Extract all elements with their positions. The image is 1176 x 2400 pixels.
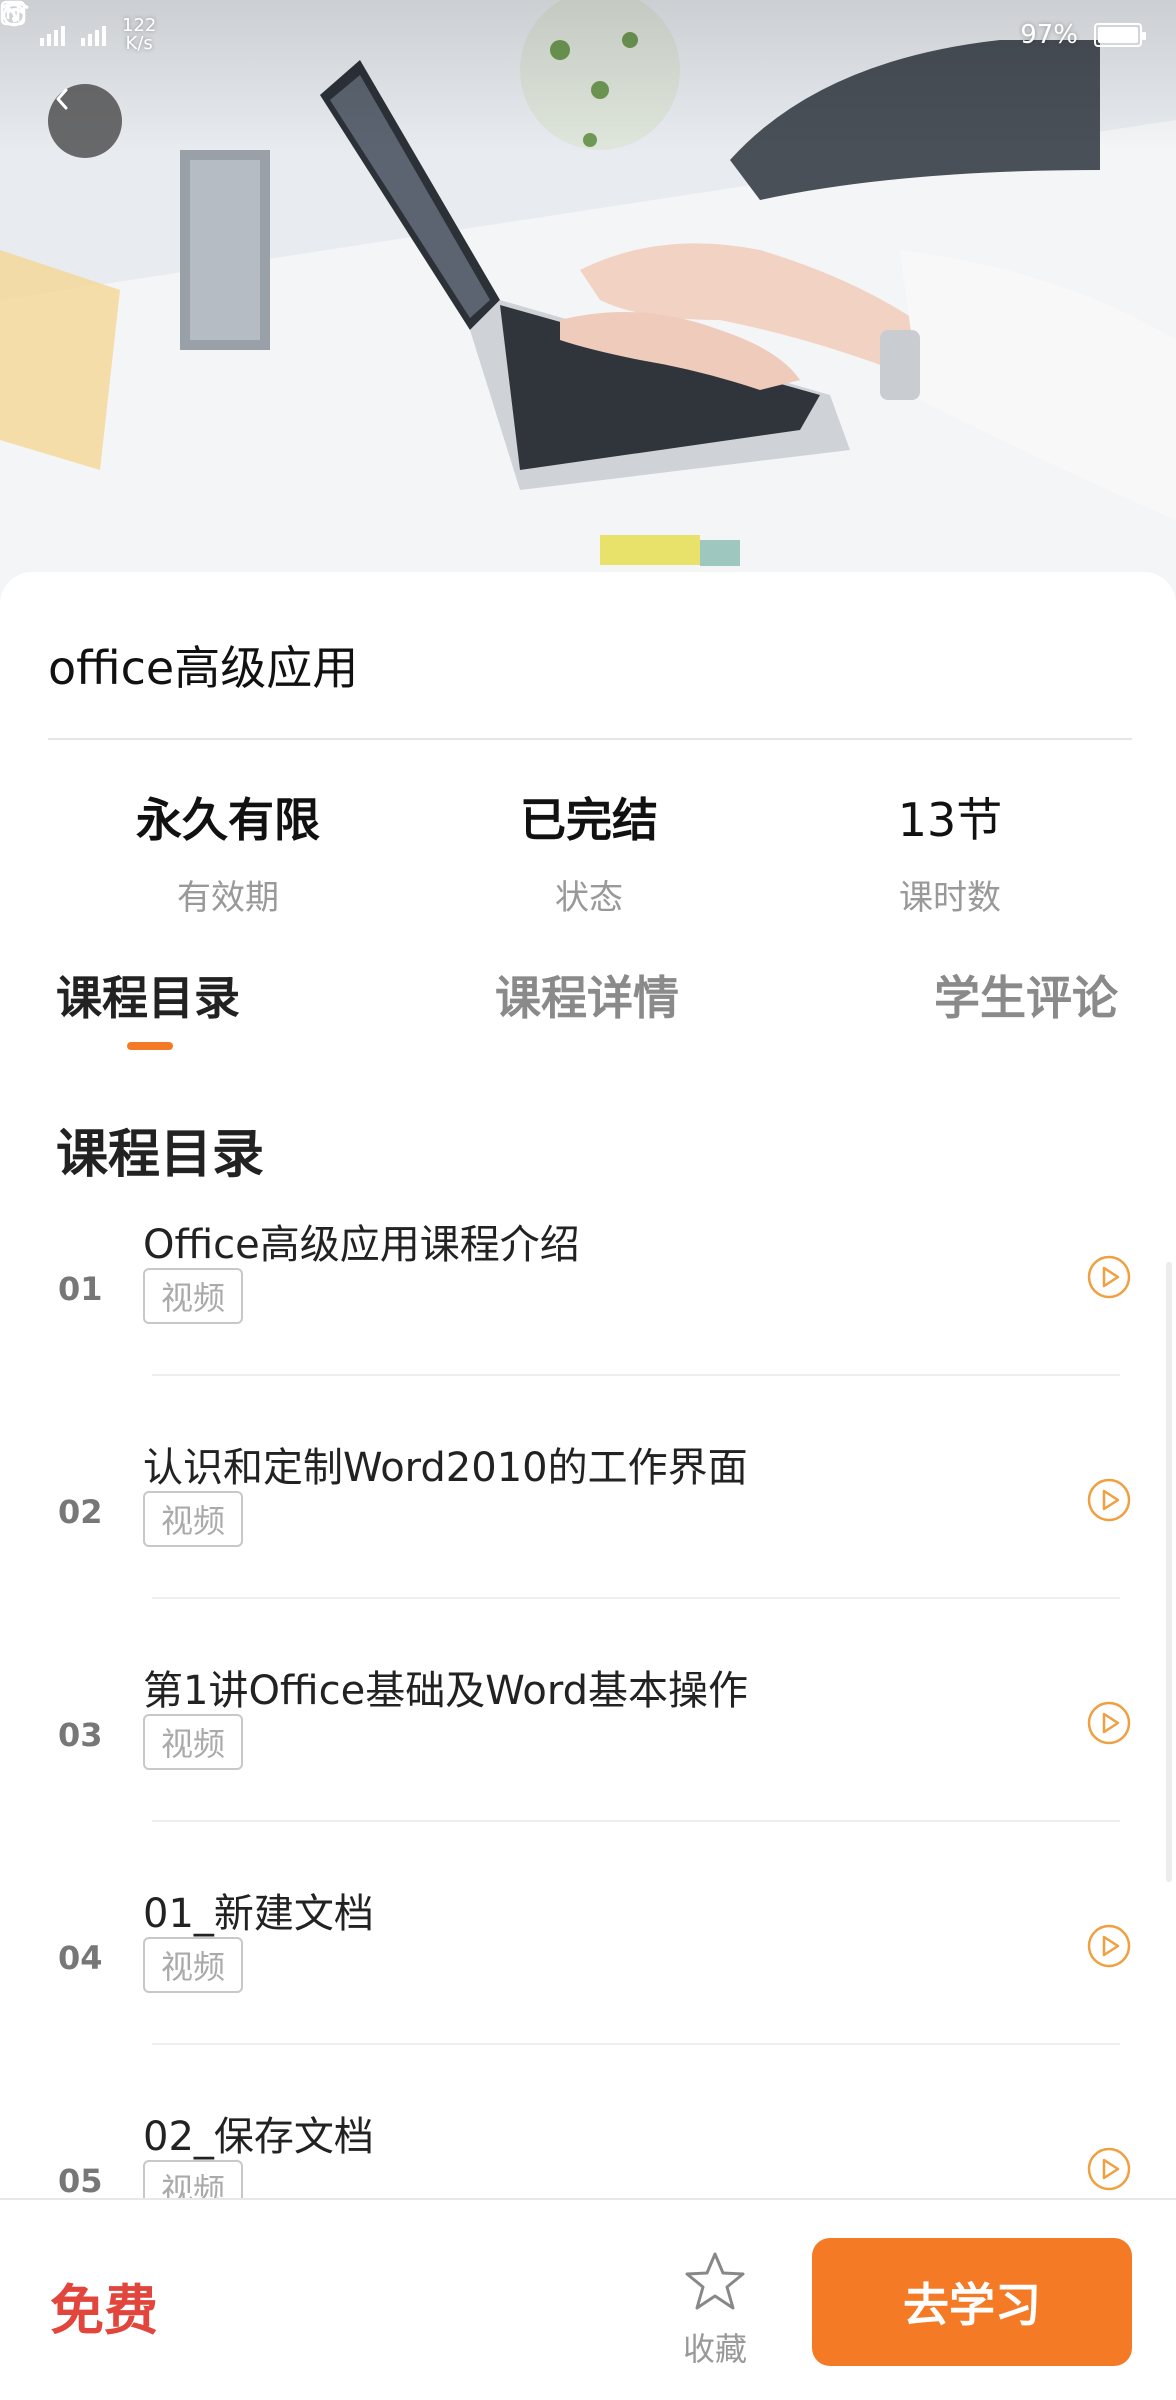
stat-lessons-label: 课时数 [899,878,1001,918]
network-speed: 122 K/s [122,17,156,53]
network-speed-unit: K/s [125,33,153,54]
lesson-list: 01 Office高级应用课程介绍 视频 02 认识和定制Word2010的工作… [0,1212,1176,2327]
battery-percent: 97% [1020,20,1078,50]
tab-bar: 课程目录 课程详情 学生评论 [0,962,1176,1072]
lesson-title: 第1讲Office基础及Word基本操作 [143,1668,749,1714]
course-detail-page: 122 K/s 97% office高级应用 永久有限 有效期 已完结 状态 1… [0,0,1176,2400]
play-circle-icon[interactable] [1086,1923,1132,1969]
favorite-button[interactable]: 收藏 [672,2248,758,2370]
stat-lessons-value: 13节 [897,793,1003,847]
star-outline-icon [685,2252,745,2310]
divider [152,1820,1120,1822]
course-title: office高级应用 [48,641,359,695]
play-circle-icon[interactable] [1086,1700,1132,1746]
scrollbar[interactable] [1166,1262,1172,1882]
stat-status-label: 状态 [555,878,623,918]
course-stats: 永久有限 有效期 已完结 状态 13节 课时数 [0,784,1176,918]
divider [152,1374,1120,1376]
lesson-number: 05 [58,2162,103,2200]
stat-validity-value: 永久有限 [136,793,320,847]
tab-details[interactable]: 课程详情 [495,962,679,1028]
lesson-title: 02_保存文档 [143,2114,374,2160]
status-right: 97% [0,0,1146,50]
lesson-title: 01_新建文档 [143,1891,374,1937]
course-cover-image: 122 K/s 97% [0,0,1176,610]
favorite-label: 收藏 [682,2330,747,2368]
course-info-card: office高级应用 永久有限 有效期 已完结 状态 13节 课时数 课程目录 … [0,572,1176,2216]
back-button[interactable] [48,84,122,158]
lesson-title: 认识和定制Word2010的工作界面 [143,1445,748,1491]
lesson-title: Office高级应用课程介绍 [143,1222,580,1268]
section-heading: 课程目录 [56,1125,265,1185]
lesson-number: 01 [58,1270,103,1308]
stat-status-value: 已完结 [520,793,658,847]
battery-icon [1094,23,1146,47]
active-tab-indicator [127,1042,173,1050]
divider [48,738,1132,740]
play-circle-icon[interactable] [1086,1477,1132,1523]
lesson-type-tag: 视频 [143,1714,243,1770]
stat-lessons: 13节 课时数 [800,784,1100,919]
tab-catalog[interactable]: 课程目录 [56,962,240,1028]
status-left: 122 K/s [1,1,156,53]
lesson-type-tag: 视频 [143,1491,243,1547]
lesson-item[interactable]: 04 01_新建文档 视频 [0,1881,1176,2104]
stat-validity-label: 有效期 [177,878,279,918]
lesson-number: 02 [58,1493,103,1531]
tab-reviews[interactable]: 学生评论 [934,962,1118,1028]
lesson-number: 04 [58,1939,103,1977]
bottom-action-bar: 免费 收藏 去学习 [0,2198,1176,2400]
alarm-icon [2,3,26,27]
play-circle-icon[interactable] [1086,2146,1132,2192]
signal-icon [40,24,65,46]
lesson-item[interactable]: 01 Office高级应用课程介绍 视频 [0,1212,1176,1435]
start-study-button[interactable]: 去学习 [812,2238,1132,2366]
stat-status: 已完结 状态 [439,784,739,919]
lesson-type-tag: 视频 [143,1937,243,1993]
price-label: 免费 [50,2279,158,2342]
lesson-item[interactable]: 02 认识和定制Word2010的工作界面 视频 [0,1435,1176,1658]
lesson-number: 03 [58,1716,103,1754]
divider [152,2043,1120,2045]
divider [152,1597,1120,1599]
lesson-type-tag: 视频 [143,1268,243,1324]
status-bar: 122 K/s 97% [0,0,1176,70]
stat-validity: 永久有限 有效期 [78,784,378,919]
signal-icon-2 [81,24,106,46]
chevron-left-icon [56,88,68,110]
lesson-item[interactable]: 03 第1讲Office基础及Word基本操作 视频 [0,1658,1176,1881]
play-circle-icon[interactable] [1086,1254,1132,1300]
laptop-illustration [0,0,1176,610]
